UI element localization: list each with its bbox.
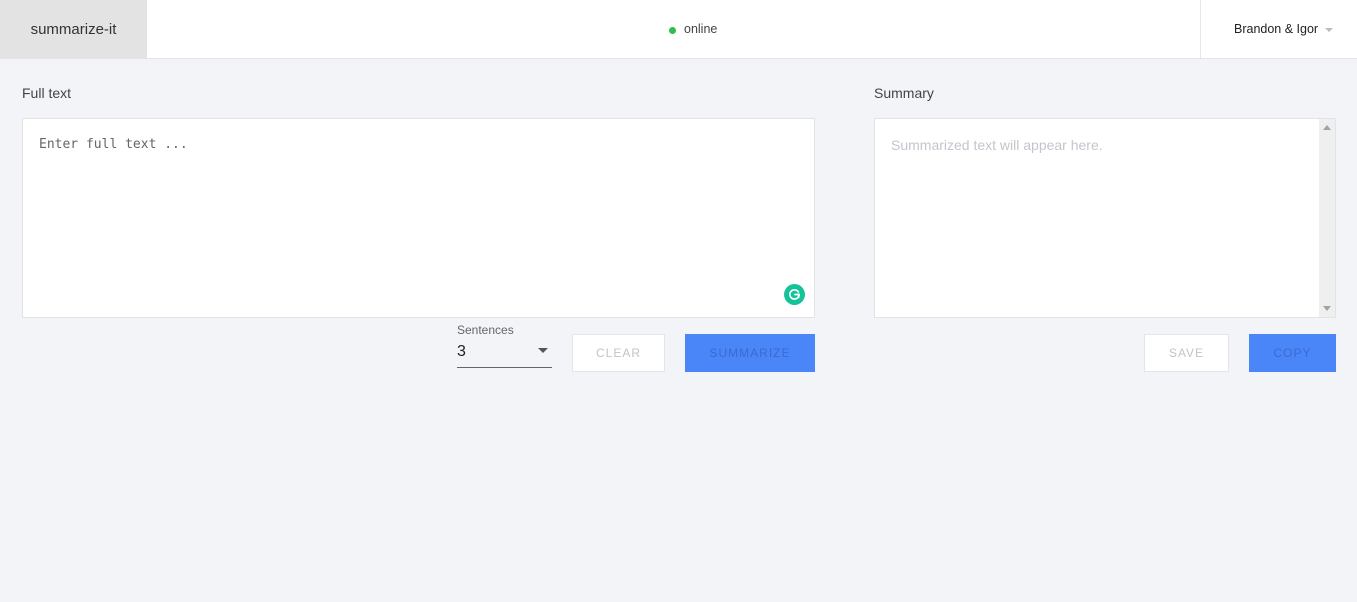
sentences-value: 3	[457, 343, 466, 360]
clear-button[interactable]: CLEAR	[572, 334, 665, 372]
user-name: Brandon & Igor	[1234, 22, 1319, 36]
summary-scrollbar[interactable]	[1319, 119, 1335, 317]
caret-down-icon	[538, 348, 548, 353]
status-text: online	[684, 22, 718, 36]
sentences-label: Sentences	[457, 323, 514, 337]
top-bar: summarize-it online Brandon & Igor	[0, 0, 1357, 59]
sentences-select[interactable]: 3	[457, 340, 552, 368]
grammarly-icon[interactable]	[784, 284, 805, 305]
user-menu[interactable]: Brandon & Igor	[1200, 0, 1357, 58]
connection-status: online	[669, 21, 717, 37]
chevron-down-icon	[1325, 28, 1334, 32]
summary-output[interactable]: Summarized text will appear here.	[874, 118, 1336, 318]
scroll-down-icon[interactable]	[1323, 306, 1331, 311]
full-text-input[interactable]	[22, 118, 815, 318]
status-dot-icon	[669, 26, 676, 34]
summarize-button[interactable]: SUMMARIZE	[685, 334, 815, 372]
full-text-label: Full text	[22, 85, 72, 101]
copy-button[interactable]: COPY	[1249, 334, 1336, 372]
app-brand-label: summarize-it	[30, 20, 117, 38]
scroll-up-icon[interactable]	[1323, 125, 1331, 130]
summary-placeholder: Summarized text will appear here.	[891, 137, 1103, 153]
summary-label: Summary	[874, 85, 934, 101]
save-button[interactable]: SAVE	[1144, 334, 1229, 372]
app-brand[interactable]: summarize-it	[0, 0, 147, 58]
